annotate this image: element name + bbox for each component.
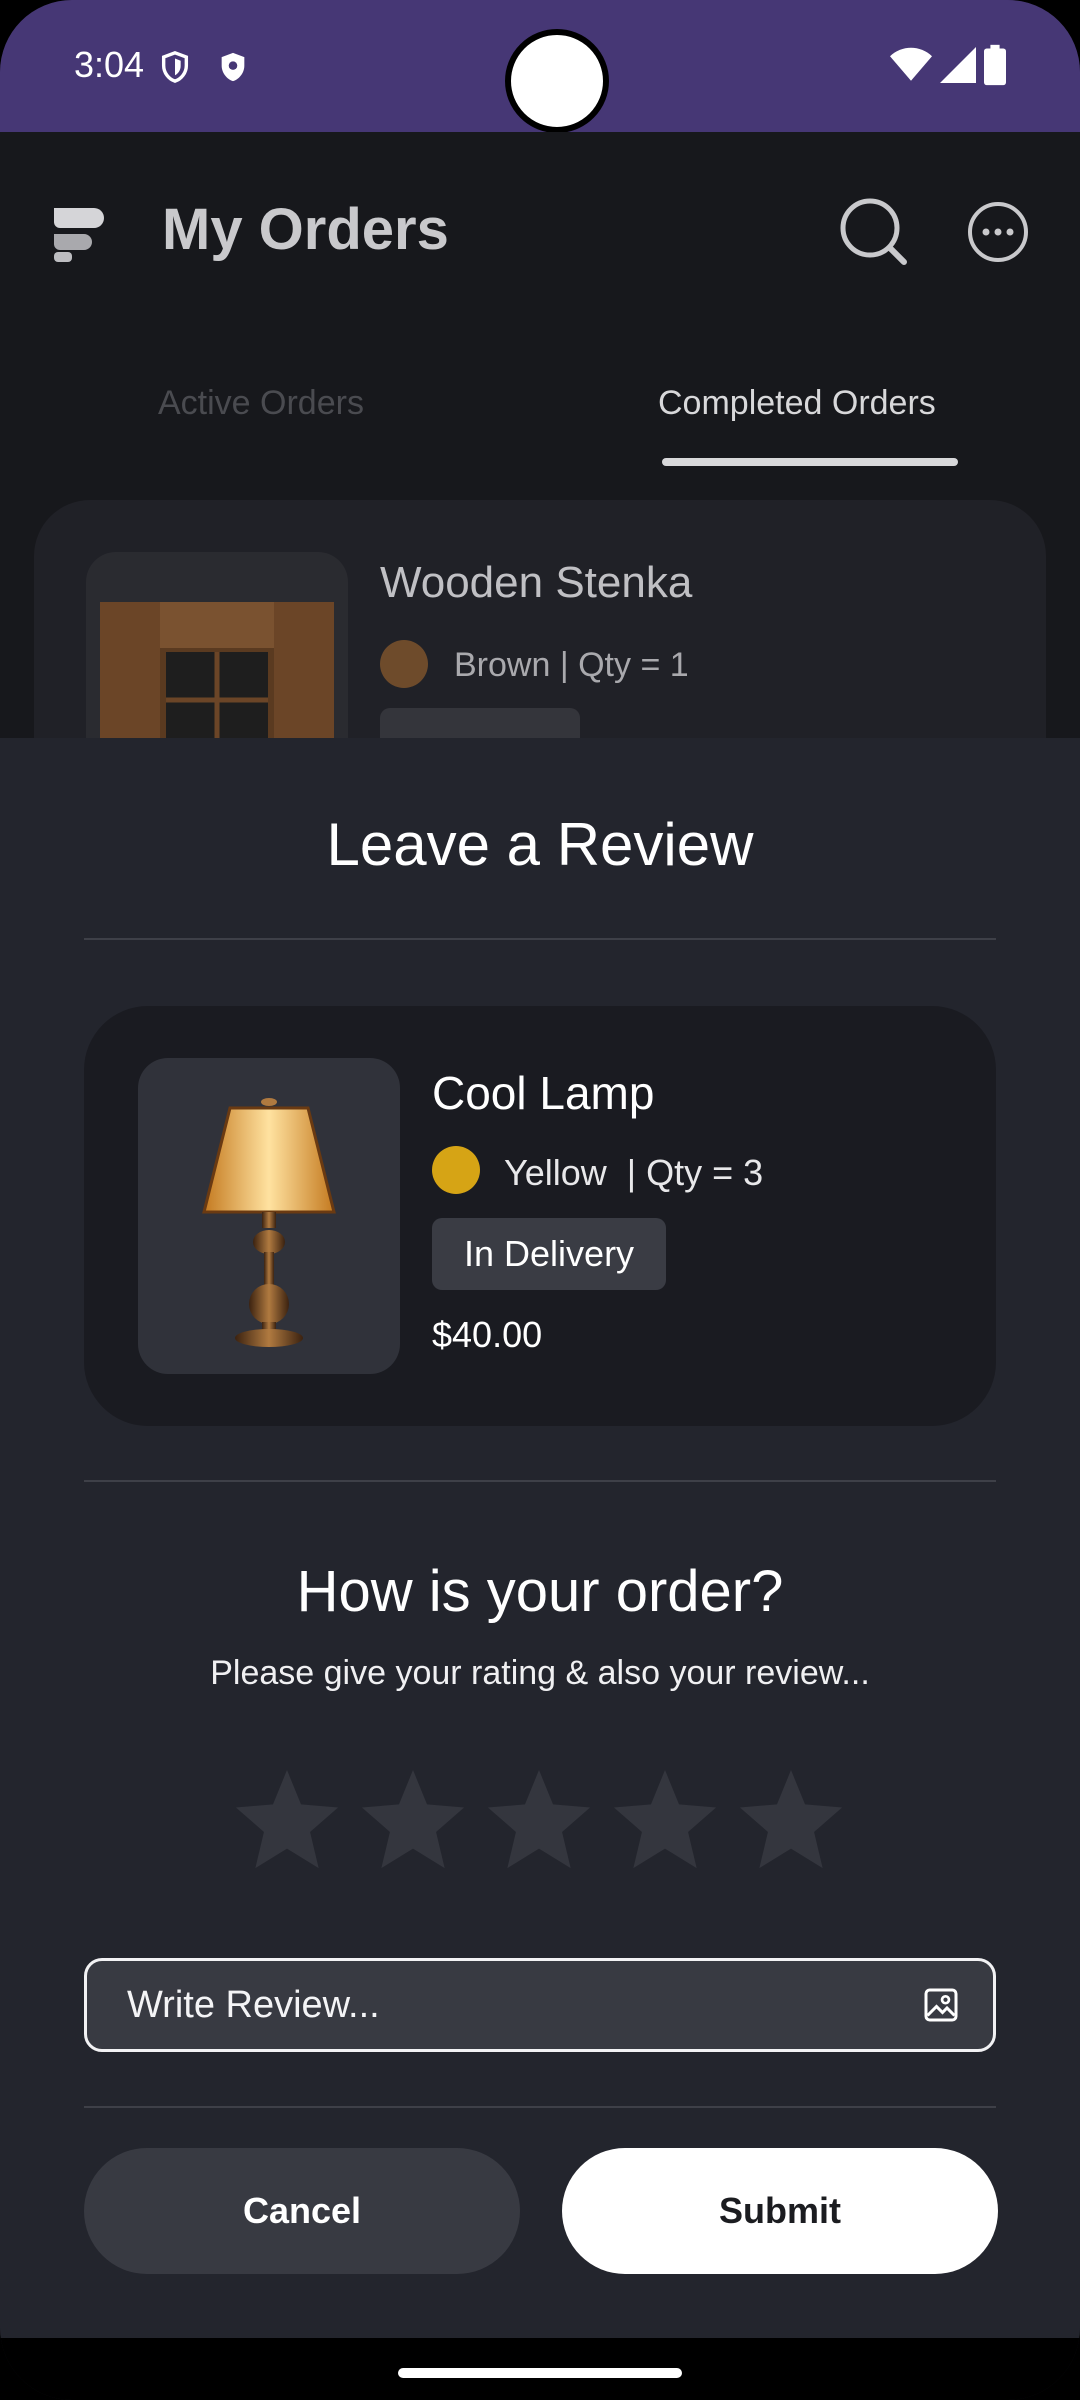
quantity: | Qty = 1: [559, 646, 689, 684]
wifi-icon: [890, 47, 932, 81]
app-bar: My Orders: [0, 132, 1080, 332]
divider: [84, 938, 996, 940]
cancel-button[interactable]: Cancel: [84, 2148, 520, 2274]
review-input[interactable]: [87, 1961, 907, 2049]
battery-icon: [984, 44, 1006, 86]
star-icon[interactable]: [358, 1770, 468, 1874]
star-icon[interactable]: [484, 1770, 594, 1874]
color-swatch: [380, 640, 428, 688]
tab-active-orders[interactable]: Active Orders: [158, 384, 364, 423]
quantity: | Qty = 3: [626, 1152, 764, 1193]
submit-button[interactable]: Submit: [562, 2148, 998, 2274]
star-rating: [232, 1770, 852, 1880]
color-name: Yellow: [504, 1152, 607, 1193]
product-meta: Brown | Qty = 1: [454, 646, 689, 685]
product-meta: Yellow | Qty = 3: [504, 1152, 763, 1194]
review-field: [84, 1958, 996, 2052]
shield-badge-icon: [221, 52, 245, 82]
shield-icon: [161, 51, 189, 83]
product-name: Wooden Stenka: [380, 558, 693, 607]
camera-cutout: [505, 29, 609, 133]
star-icon[interactable]: [610, 1770, 720, 1874]
divider: [84, 1480, 996, 1482]
home-gesture-handle[interactable]: [398, 2368, 682, 2378]
status-bar: 3:04: [0, 0, 1080, 133]
color-swatch: [432, 1146, 480, 1194]
star-icon[interactable]: [736, 1770, 846, 1874]
rating-question: How is your order?: [296, 1559, 784, 1624]
product-name: Cool Lamp: [432, 1067, 655, 1119]
product-price: $40.00: [432, 1314, 543, 1355]
product-image-lamp: [138, 1058, 400, 1374]
divider: [84, 2106, 996, 2108]
review-sheet: Leave a Review Cool Lamp Yellow | Qty = …: [0, 738, 1080, 2338]
navigation-bar: [0, 2338, 1080, 2400]
tab-indicator: [662, 458, 958, 466]
more-options-icon[interactable]: [966, 200, 1030, 264]
sheet-title: Leave a Review: [326, 811, 754, 878]
page-title: My Orders: [162, 197, 449, 262]
color-name: Brown: [454, 646, 551, 684]
screen: 3:04 My Orders Active Orders Completed O…: [0, 0, 1080, 2400]
search-icon[interactable]: [840, 198, 908, 266]
product-card: Cool Lamp Yellow | Qty = 3 In Delivery $…: [84, 1006, 996, 1426]
status-badge: In Delivery: [432, 1218, 667, 1290]
signal-icon: [940, 47, 976, 83]
star-icon[interactable]: [232, 1770, 342, 1874]
status-time: 3:04: [74, 44, 145, 85]
image-upload-icon[interactable]: [923, 1987, 959, 2023]
rating-subtitle: Please give your rating & also your revi…: [210, 1654, 870, 1692]
order-tabs: Active Orders Completed Orders: [0, 366, 1080, 470]
tab-completed-orders[interactable]: Completed Orders: [658, 384, 936, 423]
app-logo-icon: [54, 208, 104, 262]
